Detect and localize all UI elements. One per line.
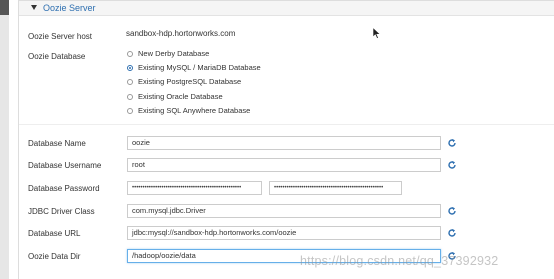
left-sidebar-edge — [0, 0, 9, 279]
caret-down-icon[interactable] — [31, 5, 37, 10]
left-sidebar-edge-dark — [0, 0, 9, 15]
db-password-label: Database Password — [28, 184, 100, 193]
refresh-icon[interactable] — [447, 228, 457, 238]
refresh-icon[interactable] — [447, 206, 457, 216]
refresh-icon[interactable] — [447, 138, 457, 148]
refresh-icon[interactable] — [447, 160, 457, 170]
db-username-label: Database Username — [28, 161, 102, 170]
panel-header[interactable]: Oozie Server — [19, 1, 554, 16]
radio-unselected[interactable] — [127, 108, 133, 114]
radio-selected[interactable] — [127, 65, 133, 71]
radio-unselected[interactable] — [127, 94, 133, 100]
server-host-value: sandbox-hdp.hortonworks.com — [126, 29, 236, 38]
server-host-label: Oozie Server host — [28, 32, 93, 41]
db-password-input[interactable]: ••••••••••••••••••••••••••••••••••••••••… — [127, 181, 262, 195]
db-username-input[interactable]: root — [127, 158, 441, 172]
db-name-input[interactable]: oozie — [127, 136, 441, 150]
database-option-label: Existing Oracle Database — [138, 92, 223, 101]
database-label: Oozie Database — [28, 52, 86, 61]
database-option-label: Existing MySQL / MariaDB Database — [138, 63, 261, 72]
radio-unselected[interactable] — [127, 79, 133, 85]
jdbc-driver-input[interactable]: com.mysql.jdbc.Driver — [127, 204, 441, 218]
watermark-text: https://blog.csdn.net/qq_37392932 — [300, 254, 499, 268]
panel-title[interactable]: Oozie Server — [43, 2, 96, 14]
db-password-confirm-input[interactable]: ••••••••••••••••••••••••••••••••••••••••… — [269, 181, 402, 195]
data-dir-label: Oozie Data Dir — [28, 252, 81, 261]
section-divider — [19, 124, 554, 125]
jdbc-driver-label: JDBC Driver Class — [28, 207, 95, 216]
db-url-label: Database URL — [28, 229, 81, 238]
screenshot-canvas: Oozie Server Oozie Server host sandbox-h… — [0, 0, 554, 279]
database-option-label: Existing PostgreSQL Database — [138, 77, 242, 86]
db-name-label: Database Name — [28, 139, 86, 148]
database-option-label: New Derby Database — [138, 49, 210, 58]
db-url-input[interactable]: jdbc:mysql://sandbox-hdp.hortonworks.com… — [127, 226, 441, 240]
database-option-label: Existing SQL Anywhere Database — [138, 106, 251, 115]
radio-unselected[interactable] — [127, 51, 133, 57]
mouse-pointer-icon — [372, 27, 381, 39]
